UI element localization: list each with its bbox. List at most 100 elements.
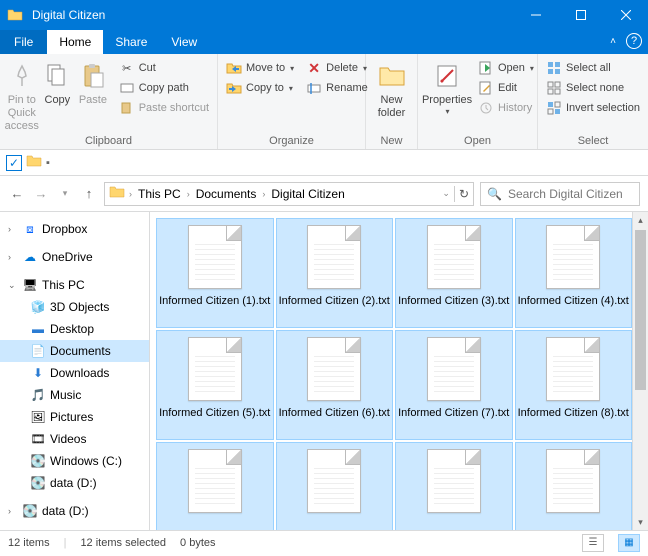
status-item-count: 12 items (8, 537, 50, 549)
file-item[interactable] (395, 442, 513, 530)
file-item[interactable]: Informed Citizen (4).txt (515, 218, 633, 328)
select-none-button[interactable]: Select none (542, 78, 644, 98)
properties-icon (431, 60, 463, 92)
clipboard-group-label: Clipboard (0, 135, 217, 149)
paste-button[interactable]: Paste (75, 58, 111, 107)
up-button[interactable]: ↑ (80, 186, 98, 201)
breadcrumb-thispc[interactable]: This PC (136, 187, 183, 201)
minimize-button[interactable] (513, 0, 558, 30)
file-name: Informed Citizen (7).txt (398, 407, 509, 435)
copy-button[interactable]: Copy (40, 58, 76, 107)
tree-thispc[interactable]: ⌄🖥This PC (0, 274, 149, 296)
share-tab[interactable]: Share (103, 30, 159, 54)
tree-data-d-2[interactable]: ›💽data (D:) (0, 500, 149, 522)
open-button[interactable]: Open▾ (474, 58, 538, 78)
organize-group-label: Organize (218, 135, 365, 149)
main-area: ›⧈Dropbox ›☁OneDrive ⌄🖥This PC 🧊3D Objec… (0, 212, 648, 530)
vertical-scrollbar[interactable]: ▴ ▾ (632, 212, 648, 530)
address-bar[interactable]: › This PC › Documents › Digital Citizen … (104, 182, 474, 206)
file-name: Informed Citizen (4).txt (518, 295, 629, 323)
file-name: Informed Citizen (2).txt (279, 295, 390, 323)
tree-network[interactable]: ›🖧Network (0, 528, 149, 530)
pin-to-quick-access-button[interactable]: Pin to Quick access (4, 58, 40, 134)
titlebar: Digital Citizen (0, 0, 648, 30)
edit-icon (478, 80, 494, 96)
address-dropdown[interactable]: ⌄ (442, 188, 450, 199)
tree-3dobjects[interactable]: 🧊3D Objects (0, 296, 149, 318)
copy-path-button[interactable]: Copy path (115, 78, 213, 98)
move-to-button[interactable]: Move to▾ (222, 58, 298, 78)
tree-videos[interactable]: 🎞Videos (0, 428, 149, 450)
new-folder-button[interactable]: New folder (370, 58, 413, 120)
ribbon: Pin to Quick access Copy Paste ✂Cut Copy… (0, 54, 648, 150)
file-thumb (188, 225, 242, 289)
back-button[interactable]: ← (8, 186, 26, 201)
cut-button[interactable]: ✂Cut (115, 58, 213, 78)
scroll-thumb[interactable] (635, 230, 646, 390)
file-name: Informed Citizen (8).txt (518, 407, 629, 435)
breadcrumb-documents[interactable]: Documents (194, 187, 259, 201)
tree-downloads[interactable]: ⬇Downloads (0, 362, 149, 384)
select-all-button[interactable]: Select all (542, 58, 644, 78)
forward-button[interactable]: → (32, 186, 50, 201)
edit-button[interactable]: Edit (474, 78, 538, 98)
view-tab[interactable]: View (159, 30, 209, 54)
file-name: Informed Citizen (1).txt (159, 295, 270, 323)
tree-dropbox[interactable]: ›⧈Dropbox (0, 218, 149, 240)
maximize-button[interactable] (558, 0, 603, 30)
tree-onedrive[interactable]: ›☁OneDrive (0, 246, 149, 268)
file-item[interactable]: Informed Citizen (7).txt (395, 330, 513, 440)
file-item[interactable] (515, 442, 633, 530)
breadcrumb-digital-citizen[interactable]: Digital Citizen (269, 187, 346, 201)
recent-button[interactable]: ▾ (56, 188, 74, 199)
file-list[interactable]: Informed Citizen (1).txtInformed Citizen… (150, 212, 648, 530)
copy-to-button[interactable]: Copy to▾ (222, 78, 298, 98)
home-tab[interactable]: Home (47, 30, 103, 54)
delete-icon: ✕ (306, 60, 322, 76)
ribbon-tabs: File Home Share View ˄ ? (0, 30, 648, 54)
tree-pictures[interactable]: 🖼Pictures (0, 406, 149, 428)
copy-icon (41, 60, 73, 92)
search-box[interactable]: 🔍 Search Digital Citizen (480, 182, 640, 206)
tree-documents[interactable]: 📄Documents (0, 340, 149, 362)
help-button[interactable]: ? (626, 33, 642, 49)
file-item[interactable]: Informed Citizen (2).txt (276, 218, 394, 328)
close-button[interactable] (603, 0, 648, 30)
file-thumb (307, 337, 361, 401)
3dobjects-icon: 🧊 (30, 299, 46, 315)
copy-path-icon (119, 80, 135, 96)
file-thumb (188, 449, 242, 513)
rename-icon (306, 80, 322, 96)
scroll-down-button[interactable]: ▾ (633, 514, 648, 530)
scroll-up-button[interactable]: ▴ (633, 212, 648, 228)
rename-button[interactable]: Rename (302, 78, 372, 98)
new-folder-icon (376, 60, 408, 92)
tree-desktop[interactable]: ▬Desktop (0, 318, 149, 340)
open-group-label: Open (418, 135, 537, 149)
file-tab[interactable]: File (0, 30, 47, 54)
details-view-button[interactable]: ☰ (582, 534, 604, 552)
open-icon (478, 60, 494, 76)
checkbox-toggle[interactable]: ✓ (6, 155, 22, 171)
tree-music[interactable]: 🎵Music (0, 384, 149, 406)
history-button[interactable]: History (474, 98, 538, 118)
drive-icon: 💽 (30, 475, 46, 491)
file-item[interactable]: Informed Citizen (6).txt (276, 330, 394, 440)
navigation-bar: ← → ▾ ↑ › This PC › Documents › Digital … (0, 176, 648, 212)
file-item[interactable]: Informed Citizen (3).txt (395, 218, 513, 328)
tree-data-d[interactable]: 💽data (D:) (0, 472, 149, 494)
paste-shortcut-button[interactable]: Paste shortcut (115, 98, 213, 118)
file-item[interactable] (276, 442, 394, 530)
window-title: Digital Citizen (30, 8, 513, 22)
delete-button[interactable]: ✕Delete▾ (302, 58, 372, 78)
file-item[interactable]: Informed Citizen (8).txt (515, 330, 633, 440)
file-item[interactable] (156, 442, 274, 530)
file-item[interactable]: Informed Citizen (1).txt (156, 218, 274, 328)
properties-button[interactable]: Properties▾ (422, 58, 472, 117)
tree-windows-c[interactable]: 💽Windows (C:) (0, 450, 149, 472)
collapse-ribbon-button[interactable]: ˄ (610, 36, 616, 47)
invert-selection-button[interactable]: Invert selection (542, 98, 644, 118)
icons-view-button[interactable]: ▦ (618, 534, 640, 552)
file-item[interactable]: Informed Citizen (5).txt (156, 330, 274, 440)
refresh-button[interactable]: ↻ (459, 187, 469, 201)
